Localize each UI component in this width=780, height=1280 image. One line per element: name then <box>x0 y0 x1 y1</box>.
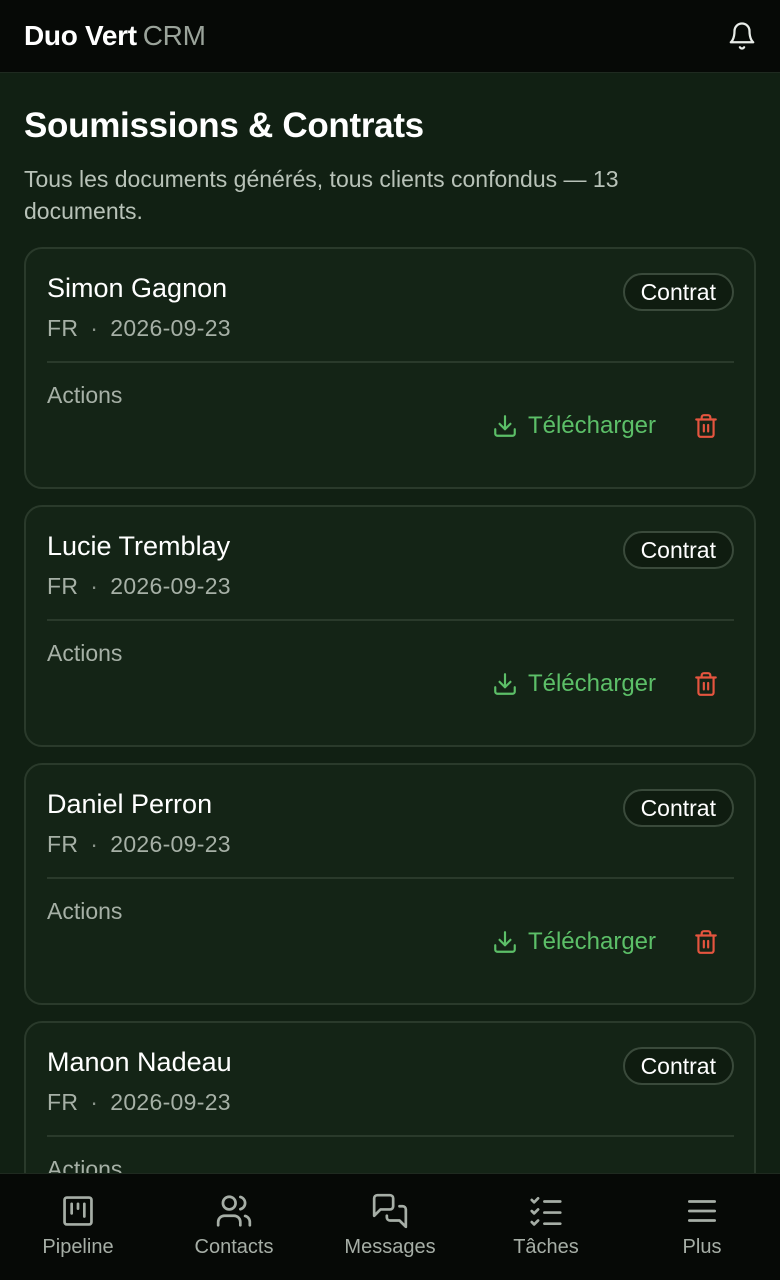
nav-item-messages[interactable]: Messages <box>312 1174 468 1280</box>
download-button[interactable]: Télécharger <box>492 667 656 701</box>
document-card[interactable]: Daniel Perron FR · 2026-09-23 Contrat Acti… <box>24 763 756 1005</box>
download-label: Télécharger <box>527 670 656 697</box>
actions-label: Actions <box>47 898 123 924</box>
document-meta: FR · 2026-09-23 <box>47 573 231 600</box>
download-button[interactable]: Télécharger <box>492 409 656 443</box>
nav-item-pipeline[interactable]: Pipeline <box>0 1174 156 1280</box>
nav-item-contacts[interactable]: Contacts <box>156 1174 312 1280</box>
document-type-badge: Contrat <box>622 273 734 311</box>
page-subtitle: Tous les documents générés, tous clients… <box>24 166 619 224</box>
bell-icon <box>729 22 755 50</box>
client-name: Lucie Tremblay <box>47 531 231 561</box>
nav-item-plus[interactable]: Plus <box>624 1174 780 1280</box>
brand-name: Duo Vert <box>24 20 137 51</box>
delete-button[interactable] <box>692 925 720 959</box>
document-meta: FR · 2026-09-23 <box>47 315 231 342</box>
app-root: Duo Vert CRM Soumissions & Contrats Tous … <box>0 0 780 1280</box>
card-divider <box>47 619 734 621</box>
app-brand[interactable]: Duo Vert CRM <box>24 22 206 50</box>
checklist-icon <box>530 1196 562 1226</box>
card-divider <box>47 361 734 363</box>
kanban-icon <box>63 1196 93 1226</box>
card-divider <box>47 877 734 879</box>
page-title: Soumissions & Contrats <box>24 106 424 145</box>
meta-separator: · <box>90 831 99 857</box>
document-date: 2026-09-23 <box>110 315 231 341</box>
download-label: Télécharger <box>527 412 656 439</box>
meta-separator: · <box>90 1089 99 1115</box>
brand-suffix: CRM <box>142 20 206 51</box>
document-type-badge: Contrat <box>622 1047 734 1085</box>
nav-label: Contacts <box>194 1236 274 1258</box>
bottom-nav: Pipeline Contacts Messages Tâches Plus <box>0 1173 780 1280</box>
document-language: FR <box>47 573 79 599</box>
nav-label: Pipeline <box>42 1236 114 1258</box>
trash-icon <box>695 930 717 954</box>
card-divider <box>47 1135 734 1137</box>
download-icon <box>494 673 516 695</box>
document-card[interactable]: Lucie Tremblay FR · 2026-09-23 Contrat Act… <box>24 505 756 747</box>
download-icon <box>494 415 516 437</box>
actions-label: Actions <box>47 640 123 666</box>
document-type-badge: Contrat <box>622 789 734 827</box>
download-label: Télécharger <box>527 928 656 955</box>
document-meta: FR · 2026-09-23 <box>47 831 231 858</box>
document-date: 2026-09-23 <box>110 573 231 599</box>
document-card[interactable]: Simon Gagnon FR · 2026-09-23 Contrat Actio… <box>24 247 756 489</box>
menu-icon <box>687 1200 717 1222</box>
delete-button[interactable] <box>692 409 720 443</box>
client-name: Daniel Perron <box>47 789 213 819</box>
actions-label: Actions <box>47 382 123 408</box>
users-icon <box>216 1195 252 1227</box>
meta-separator: · <box>90 573 99 599</box>
meta-separator: · <box>90 315 99 341</box>
nav-item-taches[interactable]: Tâches <box>468 1174 624 1280</box>
notifications-button[interactable] <box>722 16 762 56</box>
download-icon <box>494 931 516 953</box>
document-meta: FR · 2026-09-23 <box>47 1089 231 1116</box>
document-language: FR <box>47 1089 79 1115</box>
document-date: 2026-09-23 <box>110 1089 231 1115</box>
nav-label: Messages <box>344 1236 436 1258</box>
download-button[interactable]: Télécharger <box>492 925 656 959</box>
document-date: 2026-09-23 <box>110 831 231 857</box>
nav-label: Tâches <box>513 1236 579 1258</box>
nav-label: Plus <box>682 1236 722 1258</box>
client-name: Manon Nadeau <box>47 1047 232 1077</box>
trash-icon <box>695 672 717 696</box>
messages-icon <box>372 1193 408 1229</box>
delete-button[interactable] <box>692 667 720 701</box>
document-language: FR <box>47 315 79 341</box>
trash-icon <box>695 414 717 438</box>
client-name: Simon Gagnon <box>47 273 228 303</box>
document-language: FR <box>47 831 79 857</box>
top-bar: Duo Vert CRM <box>0 0 780 73</box>
document-type-badge: Contrat <box>622 531 734 569</box>
